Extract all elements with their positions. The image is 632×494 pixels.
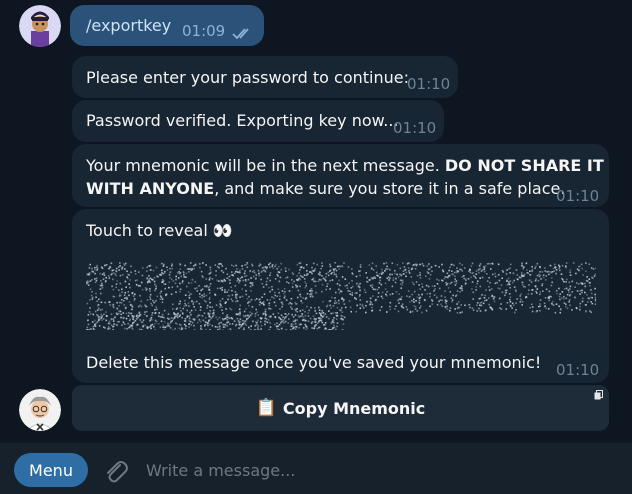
clipboard-icon: 📋 (255, 398, 277, 418)
warning-bold-text: DO NOT SHARE IT (444, 156, 604, 175)
message-line-1: Your mnemonic will be in the next messag… (86, 154, 604, 177)
incoming-message[interactable]: Your mnemonic will be in the next messag… (72, 144, 609, 207)
outgoing-message[interactable]: /exportkey 01:09 (70, 5, 264, 46)
message-text: Password verified. Exporting key now... (86, 111, 399, 130)
message-line-2: WITH ANYONE, and make sure you store it … (86, 177, 565, 200)
reveal-hint: Touch to reveal 👀 (86, 221, 233, 240)
warning-bold-text: WITH ANYONE (86, 179, 215, 198)
message-time: 01:10 (407, 75, 451, 93)
copy-mnemonic-button[interactable]: 📋 Copy Mnemonic (72, 385, 609, 431)
message-time: 01:10 (393, 119, 437, 137)
message-text: /exportkey (86, 16, 172, 35)
chat-area: /exportkey 01:09 Please enter your passw… (0, 0, 632, 442)
double-check-icon (232, 23, 254, 46)
delete-hint: Delete this message once you've saved yo… (86, 353, 542, 372)
user-avatar[interactable] (19, 5, 61, 47)
message-text: Please enter your password to continue: (86, 68, 409, 87)
message-time: 01:10 (556, 361, 600, 379)
spoiler-hidden-text[interactable] (86, 262, 596, 330)
incoming-message[interactable]: Password verified. Exporting key now... … (72, 100, 444, 142)
paperclip-icon[interactable] (102, 457, 128, 485)
copy-mnemonic-label: Copy Mnemonic (282, 398, 426, 418)
menu-button[interactable]: Menu (14, 453, 88, 487)
warning-text: Your mnemonic will be in the next messag… (86, 156, 445, 175)
message-time: 01:09 (182, 22, 226, 40)
bot-avatar[interactable] (19, 389, 61, 431)
message-input[interactable] (146, 453, 616, 487)
message-time: 01:10 (556, 187, 600, 205)
message-composer: Menu (0, 442, 632, 494)
warning-text: , and make sure you store it in a safe p… (214, 179, 566, 198)
incoming-message[interactable]: Please enter your password to continue: … (72, 56, 458, 98)
copy-corner-icon (594, 390, 603, 403)
